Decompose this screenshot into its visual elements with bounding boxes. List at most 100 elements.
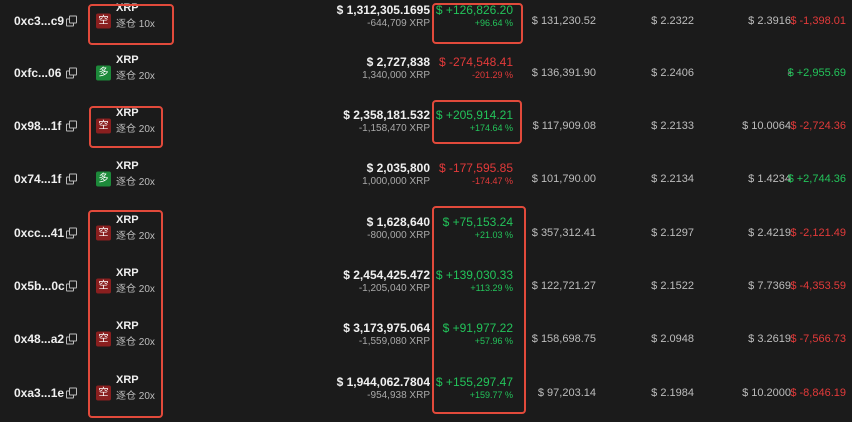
entry-price: $ 2.1984 <box>651 386 694 399</box>
copy-icon[interactable] <box>66 15 77 26</box>
short-side-badge: 空 <box>96 118 111 133</box>
leverage-label: 逐仓 10x <box>116 19 155 30</box>
pnl-percent: +113.29 % <box>470 283 513 293</box>
pnl-percent: +96.64 % <box>474 18 513 28</box>
leverage-label: 逐仓 20x <box>116 391 155 402</box>
position-value: $ 2,454,425.472 <box>343 268 430 282</box>
copy-icon[interactable] <box>66 227 77 238</box>
unrealized-pnl: $ +139,030.33 <box>435 268 513 282</box>
position-row: 0xcc...41 空 XRP 逐仓 20x $ 1,628,640 -800,000 X… <box>0 206 852 259</box>
position-value: $ 1,944,062.7804 <box>336 375 430 389</box>
short-side-badge: 空 <box>96 13 111 28</box>
coin-symbol: XRP <box>116 267 139 279</box>
entry-price: $ 2.2322 <box>651 14 694 27</box>
short-side-badge: 空 <box>96 331 111 346</box>
wallet-address[interactable]: 0x5b...0c <box>14 279 65 293</box>
wallet-address[interactable]: 0xc3...c9 <box>14 14 64 28</box>
position-row: 0xfc...06 多 XRP 逐仓 20x $ 2,727,838 1,340,000 … <box>0 46 852 99</box>
coin-symbol: XRP <box>116 320 139 332</box>
unrealized-pnl: $ -274,548.41 <box>438 55 513 69</box>
copy-icon[interactable] <box>66 333 77 344</box>
positions-table: 0xc3...c9 空 XRP 逐仓 10x $ 1,312,305.1695 -644,… <box>0 0 852 422</box>
position-size: -1,559,080 XRP <box>358 336 430 347</box>
wallet-address[interactable]: 0xa3...1e <box>14 386 64 400</box>
liquidation-price: $ 2.3916 <box>748 14 791 27</box>
funding-fee: $ -1,398.01 <box>790 14 846 27</box>
position-size: -1,205,040 XRP <box>358 283 430 294</box>
wallet-address[interactable]: 0x48...a2 <box>14 332 64 346</box>
position-size: 1,000,000 XRP <box>362 176 430 187</box>
pnl-percent: +159.77 % <box>469 390 513 400</box>
position-size: -800,000 XRP <box>367 230 430 241</box>
entry-price: $ 2.2406 <box>651 66 694 79</box>
coin-symbol: XRP <box>116 214 139 226</box>
position-value: $ 2,035,800 <box>366 161 430 175</box>
coin-symbol: XRP <box>116 2 139 14</box>
entry-price: $ 2.1522 <box>651 279 694 292</box>
unrealized-pnl: $ +155,297.47 <box>435 375 513 389</box>
unrealized-pnl: $ +205,914.21 <box>435 108 513 122</box>
position-row: 0x48...a2 空 XRP 逐仓 20x $ 3,173,975.064 -1,559… <box>0 312 852 365</box>
position-value: $ 2,727,838 <box>366 55 430 69</box>
leverage-label: 逐仓 20x <box>116 177 155 188</box>
position-size: -954,938 XRP <box>367 390 430 401</box>
short-side-badge: 空 <box>96 385 111 400</box>
pnl-percent: +174.64 % <box>469 123 513 133</box>
funding-fee: $ -7,566.73 <box>790 332 846 345</box>
wallet-address[interactable]: 0xfc...06 <box>14 66 61 80</box>
copy-icon[interactable] <box>66 387 77 398</box>
funding-fee: $ -8,846.19 <box>790 386 846 399</box>
coin-symbol: XRP <box>116 54 139 66</box>
pnl-percent: -174.47 % <box>471 176 513 186</box>
coin-symbol: XRP <box>116 160 139 172</box>
liquidation-price: $ 2.4219 <box>748 226 791 239</box>
margin-value: $ 357,312.41 <box>531 226 596 239</box>
liquidation-price: $ 1.4234 <box>748 172 791 185</box>
liquidation-price: $ 10.0064 <box>742 119 791 132</box>
copy-icon[interactable] <box>66 173 77 184</box>
leverage-label: 逐仓 20x <box>116 71 155 82</box>
position-row: 0x5b...0c 空 XRP 逐仓 20x $ 2,454,425.472 -1,205… <box>0 259 852 312</box>
margin-value: $ 101,790.00 <box>531 172 596 185</box>
position-row: 0xa3...1e 空 XRP 逐仓 20x $ 1,944,062.7804 -954,… <box>0 366 852 419</box>
pnl-percent: -201.29 % <box>471 70 513 80</box>
wallet-address[interactable]: 0x98...1f <box>14 119 61 133</box>
coin-symbol: XRP <box>116 374 139 386</box>
funding-fee: $ -2,121.49 <box>790 226 846 239</box>
entry-price: $ 2.1297 <box>651 226 694 239</box>
wallet-address[interactable]: 0xcc...41 <box>14 226 64 240</box>
liquidation-price: $ 7.7369 <box>748 279 791 292</box>
liquidation-price: $ 3.2619 <box>748 332 791 345</box>
leverage-label: 逐仓 20x <box>116 124 155 135</box>
position-value: $ 1,312,305.1695 <box>336 3 430 17</box>
long-side-badge: 多 <box>96 65 111 80</box>
margin-value: $ 131,230.52 <box>531 14 596 27</box>
margin-value: $ 117,909.08 <box>532 119 596 132</box>
short-side-badge: 空 <box>96 225 111 240</box>
liquidation-price: $ 10.2000 <box>742 386 791 399</box>
position-value: $ 3,173,975.064 <box>343 321 430 335</box>
margin-value: $ 158,698.75 <box>531 332 596 345</box>
unrealized-pnl: $ +126,826.20 <box>435 3 513 17</box>
entry-price: $ 2.2133 <box>651 119 694 132</box>
position-value: $ 1,628,640 <box>366 215 430 229</box>
unrealized-pnl: $ +91,977.22 <box>442 321 513 335</box>
margin-value: $ 136,391.90 <box>531 66 596 79</box>
copy-icon[interactable] <box>66 67 77 78</box>
leverage-label: 逐仓 20x <box>116 337 155 348</box>
position-row: 0xc3...c9 空 XRP 逐仓 10x $ 1,312,305.1695 -644,… <box>0 0 852 47</box>
entry-price: $ 2.2134 <box>651 172 694 185</box>
position-size: -1,158,470 XRP <box>358 123 430 134</box>
funding-fee: $ -4,353.59 <box>790 279 846 292</box>
unrealized-pnl: $ -177,595.85 <box>438 161 513 175</box>
position-row: 0x98...1f 空 XRP 逐仓 20x $ 2,358,181.532 -1,158… <box>0 99 852 152</box>
long-side-badge: 多 <box>96 171 111 186</box>
funding-fee: $ +2,955.69 <box>787 66 846 79</box>
wallet-address[interactable]: 0x74...1f <box>14 172 61 186</box>
copy-icon[interactable] <box>66 120 77 131</box>
position-value: $ 2,358,181.532 <box>343 108 430 122</box>
short-side-badge: 空 <box>96 278 111 293</box>
position-size: -644,709 XRP <box>367 18 430 29</box>
margin-value: $ 122,721.27 <box>531 279 596 292</box>
copy-icon[interactable] <box>66 280 77 291</box>
